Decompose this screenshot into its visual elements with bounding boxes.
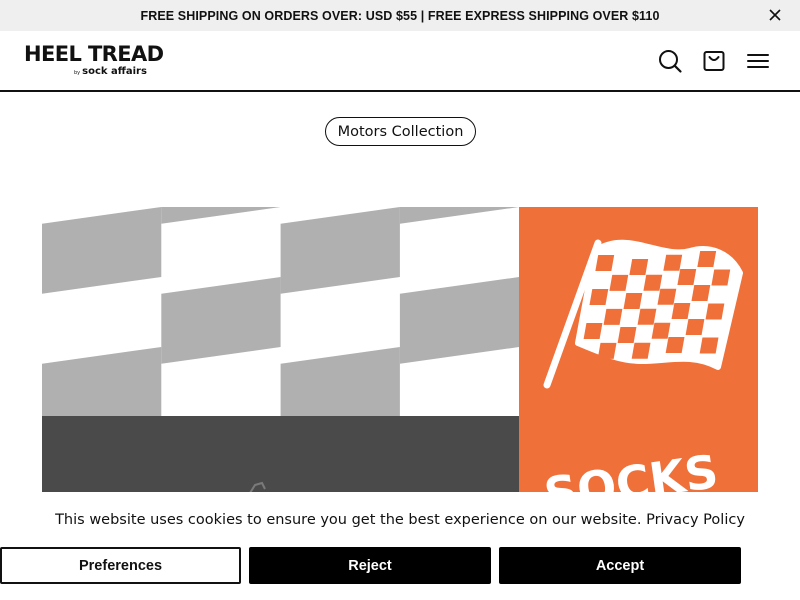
flag-square [699, 337, 719, 354]
close-icon[interactable] [768, 8, 782, 22]
flag-square [671, 302, 691, 319]
dark-panel [42, 416, 519, 492]
search-icon[interactable] [657, 48, 683, 74]
flag-square [637, 308, 657, 325]
collection-pill[interactable]: Motors Collection [325, 117, 476, 146]
flag-square [595, 255, 615, 271]
reject-button[interactable]: Reject [249, 547, 491, 584]
flag-square [623, 292, 643, 309]
flag-square [677, 268, 697, 285]
menu-icon[interactable] [745, 48, 771, 74]
flag-square [583, 323, 603, 339]
flag-square [629, 258, 649, 275]
flag-square [597, 342, 617, 359]
cookie-banner: This website uses cookies to ensure you … [0, 492, 800, 600]
flag-square [609, 274, 629, 291]
announcement-text: FREE SHIPPING ON ORDERS OVER: USD $55 | … [140, 8, 660, 23]
cookie-message: This website uses cookies to ensure you … [0, 512, 800, 528]
flag-square [589, 289, 609, 305]
logo-main-text: HEEL TREAD [24, 42, 164, 66]
flag-square [697, 251, 717, 268]
flag-square [685, 319, 705, 336]
flag-square [663, 254, 683, 271]
announcement-bar: FREE SHIPPING ON ORDERS OVER: USD $55 | … [0, 0, 800, 31]
flag-square [651, 322, 671, 339]
accept-button[interactable]: Accept [499, 547, 741, 584]
flag-square [711, 269, 731, 286]
logo-brand-text: sock affairs [82, 66, 147, 77]
flag-square [643, 274, 663, 291]
logo-by-text: by [74, 70, 81, 76]
privacy-policy-link[interactable]: Privacy Policy [646, 512, 745, 528]
flag-square [691, 285, 711, 302]
flag-square [705, 303, 725, 320]
cookie-message-text: This website uses cookies to ensure you … [55, 512, 642, 528]
banner-graphic: SOCKS [42, 207, 758, 492]
flag-square [617, 326, 637, 343]
site-logo[interactable]: HEEL TREAD by sock affairs [24, 42, 164, 82]
preferences-button[interactable]: Preferences [0, 547, 241, 584]
cart-icon[interactable] [701, 48, 727, 74]
flag-square [665, 336, 685, 353]
site-header: HEEL TREAD by sock affairs [0, 31, 800, 92]
flag-square [631, 342, 651, 359]
collection-banner[interactable]: SOCKS [42, 207, 758, 492]
flag-square [603, 308, 623, 325]
logo-sub-text: by sock affairs [74, 66, 147, 77]
flag-square [657, 288, 677, 305]
